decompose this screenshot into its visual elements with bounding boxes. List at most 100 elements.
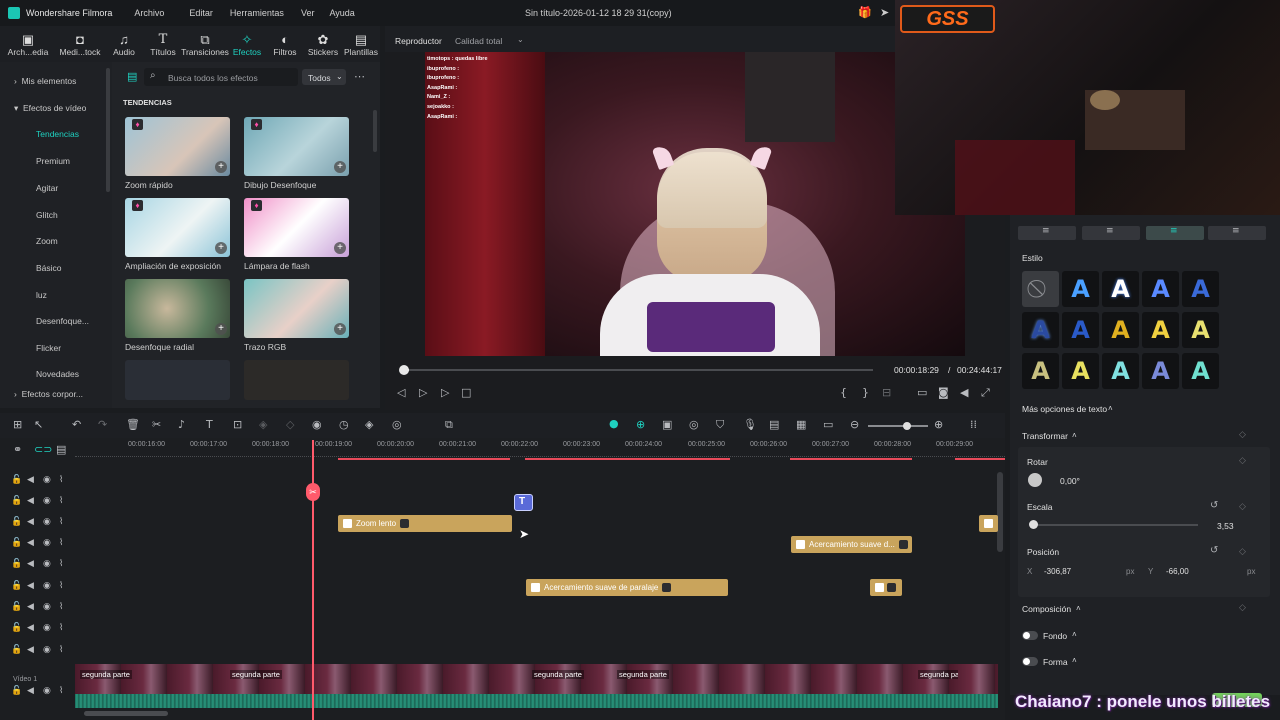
- tab-titulos[interactable]: T Títulos: [144, 26, 182, 62]
- tracks-scrollbar[interactable]: [997, 472, 1003, 552]
- more-text-options[interactable]: Más opciones de texto: [1022, 404, 1107, 414]
- lock-icon[interactable]: 🔓: [11, 602, 22, 612]
- pip-icon[interactable]: ▭: [823, 418, 833, 431]
- wand-icon[interactable]: ⌇: [59, 475, 63, 485]
- scale-slider[interactable]: [1032, 524, 1198, 526]
- menu-archivo[interactable]: Archivo: [134, 8, 164, 18]
- tab-transiciones[interactable]: ⧉ Transiciones: [181, 26, 229, 62]
- text-style-preset[interactable]: A: [1142, 271, 1179, 307]
- add-icon[interactable]: +: [215, 323, 227, 335]
- wand-icon[interactable]: ⌇: [59, 581, 63, 591]
- eye-icon[interactable]: ◉: [43, 602, 51, 612]
- search-box[interactable]: ⌕ Busca todos los efectos: [144, 68, 298, 86]
- render-icon[interactable]: ●: [609, 417, 619, 430]
- group-icon[interactable]: ⧉: [445, 418, 453, 432]
- wand-icon[interactable]: ⌇: [59, 559, 63, 569]
- zoom-out-icon[interactable]: ⊖: [850, 418, 859, 431]
- speaker-icon[interactable]: ◀: [27, 559, 34, 569]
- wand-icon[interactable]: ⌇: [59, 645, 63, 655]
- effect-clip[interactable]: [979, 515, 998, 532]
- add-icon[interactable]: +: [215, 161, 227, 173]
- eye-icon[interactable]: ◉: [43, 475, 51, 485]
- nav-efectos-corpor[interactable]: › Efectos corpor...: [14, 389, 83, 399]
- text-style-preset[interactable]: A: [1022, 312, 1059, 348]
- tab-plantillas[interactable]: ▤ Plantillas: [342, 26, 380, 62]
- progress-track[interactable]: [403, 369, 873, 371]
- zoom-slider-handle[interactable]: [903, 422, 911, 430]
- menu-ayuda[interactable]: Ayuda: [329, 8, 354, 18]
- menu-ver[interactable]: Ver: [301, 8, 315, 18]
- keyframe-icon[interactable]: ◇: [1239, 602, 1246, 613]
- marker-icon[interactable]: ◎: [689, 418, 699, 431]
- progress-handle[interactable]: [399, 365, 409, 375]
- wand-icon[interactable]: ⌇: [59, 538, 63, 548]
- magnet-icon[interactable]: ⊂⊃: [34, 443, 52, 456]
- eye-icon[interactable]: ◉: [43, 496, 51, 506]
- menu-editar[interactable]: Editar: [189, 8, 213, 18]
- snap-icon[interactable]: ⊕: [636, 418, 645, 431]
- speaker-icon[interactable]: ◀: [27, 581, 34, 591]
- scale-value[interactable]: 3,53: [1217, 521, 1234, 531]
- speed-icon[interactable]: ◉: [312, 418, 322, 431]
- nav-item-desenfoque[interactable]: Desenfoque...: [36, 316, 89, 326]
- speaker-icon[interactable]: ◀: [27, 496, 34, 506]
- x-value[interactable]: -306,87: [1044, 567, 1071, 576]
- effect-thumb-lampara-flash[interactable]: ♦ +: [244, 198, 349, 257]
- play-icon[interactable]: ▷: [441, 386, 449, 399]
- keyframe-tool-icon[interactable]: ◈: [365, 418, 373, 431]
- effect-thumb-ampliacion[interactable]: ♦ +: [125, 198, 230, 257]
- effect-clip-acercamiento-paralaje[interactable]: Acercamiento suave de paralaje: [526, 579, 728, 596]
- cut-icon[interactable]: ✂: [152, 418, 161, 431]
- mark-out-icon[interactable]: }: [862, 386, 869, 399]
- ai-icon[interactable]: ▣: [662, 418, 672, 431]
- lock-icon[interactable]: 🔓: [11, 581, 22, 591]
- effect-clip-acercamiento[interactable]: Acercamiento suave d...: [791, 536, 912, 553]
- lock-icon[interactable]: 🔓: [11, 686, 22, 696]
- nav-scrollbar[interactable]: [106, 68, 110, 192]
- subtitle-icon[interactable]: ▦: [796, 418, 806, 431]
- speaker-icon[interactable]: ◀: [27, 475, 34, 485]
- text-style-preset[interactable]: A: [1102, 312, 1139, 348]
- rotate-value[interactable]: 0,00°: [1060, 476, 1080, 486]
- text-style-preset[interactable]: A: [1102, 271, 1139, 307]
- eye-icon[interactable]: ◉: [43, 559, 51, 569]
- play-pause-icon[interactable]: ▷: [419, 386, 427, 399]
- add-icon[interactable]: +: [215, 242, 227, 254]
- title-clip-icon[interactable]: T: [514, 494, 533, 511]
- shape-toggle[interactable]: [1022, 657, 1038, 666]
- keyframe-icon[interactable]: ◇: [1239, 546, 1246, 557]
- tab-stock[interactable]: ◘ Medi...tock: [56, 26, 104, 62]
- speaker-icon[interactable]: ◀: [27, 623, 34, 633]
- snapshot-icon[interactable]: ◙: [938, 386, 949, 399]
- library-icon[interactable]: ▤: [127, 70, 137, 83]
- color-icon[interactable]: ◇: [286, 418, 294, 431]
- lock-icon[interactable]: 🔓: [11, 517, 22, 527]
- reset-icon[interactable]: ↺: [1210, 545, 1218, 556]
- transform-header[interactable]: Transformar: [1022, 431, 1068, 441]
- fullscreen-icon[interactable]: ⤢: [981, 386, 990, 400]
- search-input[interactable]: Busca todos los efectos: [168, 73, 258, 83]
- text-style-preset[interactable]: A: [1062, 353, 1099, 389]
- align-justify-button[interactable]: ≡: [1208, 226, 1266, 240]
- undo-icon[interactable]: ↶: [72, 418, 81, 431]
- playhead-cut-icon[interactable]: ✂: [306, 483, 320, 501]
- display-icon[interactable]: ▭: [917, 386, 927, 399]
- reset-icon[interactable]: ↺: [1210, 500, 1218, 511]
- shield-icon[interactable]: ⛉: [716, 418, 724, 432]
- align-right-button[interactable]: ≡: [1082, 226, 1140, 240]
- wand-icon[interactable]: ⌇: [59, 517, 63, 527]
- layout-icon[interactable]: ⊞: [13, 418, 22, 431]
- tab-audio[interactable]: ♫ Audio: [104, 26, 144, 62]
- scale-slider-handle[interactable]: [1029, 520, 1038, 529]
- text-style-preset[interactable]: A: [1142, 353, 1179, 389]
- effect-thumb-dibujo-desenfoque[interactable]: ♦ +: [244, 117, 349, 176]
- crop-icon[interactable]: ⊡: [233, 418, 242, 431]
- filter-dropdown[interactable]: Todos ⌄: [302, 69, 346, 85]
- more-icon[interactable]: ⋯: [354, 70, 365, 83]
- tab-media[interactable]: ▣ Arch...edia: [0, 26, 56, 62]
- tab-filtros[interactable]: ◐ Filtros: [266, 26, 304, 62]
- text-style-preset[interactable]: A: [1142, 312, 1179, 348]
- insert-icon[interactable]: ⊟: [882, 386, 891, 399]
- select-tool-icon[interactable]: ↖: [34, 418, 43, 431]
- effect-clip[interactable]: [870, 579, 902, 596]
